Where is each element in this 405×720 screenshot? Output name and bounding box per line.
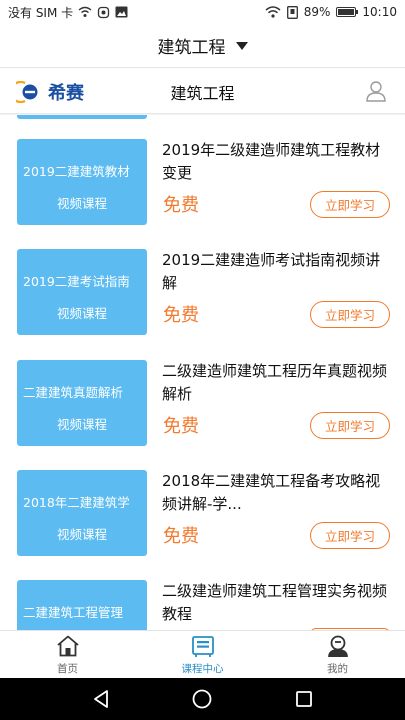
home-icon bbox=[56, 635, 79, 657]
course-item[interactable]: 2019二建考试指南 视频课程 2019二建建造师考试指南视频讲解 免费 立即学… bbox=[0, 249, 405, 360]
image-icon bbox=[115, 6, 128, 18]
course-title[interactable]: 2019二建建造师考试指南视频讲解 bbox=[162, 249, 391, 295]
page-title: 建筑工程 bbox=[170, 84, 235, 103]
course-center-icon bbox=[191, 636, 214, 657]
tab-label: 课程中心 bbox=[181, 663, 224, 675]
course-item[interactable]: 2018年二建建筑学 视频课程 2018年二建建筑工程备考攻略视频讲解-学...… bbox=[0, 470, 405, 581]
course-list[interactable]: 2019二建建筑教材 视频课程 2019年二级建造师建筑工程教材变更 免费 立即… bbox=[0, 115, 405, 630]
category-title: 建筑工程 bbox=[157, 38, 226, 58]
course-price: 免费 bbox=[163, 416, 199, 437]
app-header: 希赛 建筑工程 bbox=[0, 68, 405, 114]
battery-icon bbox=[336, 7, 359, 17]
thumbnail-title: 二建建筑工程管理 bbox=[23, 605, 124, 620]
clock: 10:10 bbox=[362, 5, 397, 19]
course-thumbnail[interactable]: 2019二建建筑教材 视频课程 bbox=[17, 139, 147, 225]
course-title[interactable]: 2019年二级建造师建筑工程教材变更 bbox=[162, 139, 391, 185]
thumbnail-subtitle: 视频课程 bbox=[56, 196, 107, 211]
study-now-button[interactable]: 立即学习 bbox=[310, 412, 390, 439]
course-thumbnail[interactable]: 二建建筑工程管理 bbox=[17, 580, 147, 630]
study-now-button[interactable]: 立即学习 bbox=[310, 191, 390, 218]
bottom-tab-bar: 首页 课程中心 我的 bbox=[0, 630, 405, 678]
study-now-button[interactable]: 立即学习 bbox=[310, 301, 390, 328]
battery-level bbox=[338, 9, 355, 15]
tab-profile[interactable]: 我的 bbox=[270, 631, 405, 678]
course-price: 免费 bbox=[163, 195, 199, 216]
course-item[interactable]: 二建建筑真题解析 视频课程 二级建造师建筑工程历年真题视频解析 免费 立即学习 bbox=[0, 360, 405, 471]
course-title[interactable]: 2018年二建建筑工程备考攻略视频讲解-学... bbox=[162, 470, 391, 516]
status-bar: 没有 SIM 卡 89% 10:10 bbox=[0, 0, 405, 24]
home-circle-icon[interactable] bbox=[191, 688, 213, 710]
tab-course-center[interactable]: 课程中心 bbox=[135, 631, 270, 678]
tab-home[interactable]: 首页 bbox=[0, 631, 135, 678]
notification-icon bbox=[97, 6, 110, 18]
thumbnail-subtitle: 视频课程 bbox=[56, 306, 107, 321]
back-icon[interactable] bbox=[90, 688, 112, 710]
thumbnail-title: 2018年二建建筑学 bbox=[23, 495, 130, 510]
wifi-icon bbox=[265, 6, 281, 18]
partial-course-thumbnail bbox=[17, 115, 147, 119]
thumbnail-subtitle: 视频课程 bbox=[56, 417, 107, 432]
profile-icon bbox=[327, 635, 348, 658]
carrier-text: 没有 SIM 卡 bbox=[8, 5, 74, 20]
thumbnail-subtitle: 视频课程 bbox=[56, 527, 107, 542]
recent-apps-icon[interactable] bbox=[293, 688, 315, 710]
course-thumbnail[interactable]: 2018年二建建筑学 视频课程 bbox=[17, 470, 147, 556]
tab-label: 我的 bbox=[327, 663, 348, 675]
course-title[interactable]: 二级建造师建筑工程历年真题视频解析 bbox=[162, 360, 391, 406]
course-price: 免费 bbox=[163, 305, 199, 326]
course-thumbnail[interactable]: 2019二建考试指南 视频课程 bbox=[17, 249, 147, 335]
course-item[interactable]: 2019二建建筑教材 视频课程 2019年二级建造师建筑工程教材变更 免费 立即… bbox=[0, 139, 405, 250]
course-title[interactable]: 二级建造师建筑工程管理实务视频教程 bbox=[162, 580, 391, 626]
sim-status-icon bbox=[286, 5, 298, 19]
category-selector[interactable]: 建筑工程 bbox=[0, 24, 405, 68]
wifi-hotspot-icon bbox=[78, 6, 92, 17]
thumbnail-title: 二建建筑真题解析 bbox=[23, 385, 124, 400]
thumbnail-title: 2019二建建筑教材 bbox=[23, 164, 130, 179]
course-price: 免费 bbox=[163, 526, 199, 547]
user-icon[interactable] bbox=[365, 80, 387, 102]
system-nav-bar bbox=[0, 678, 405, 720]
study-now-button[interactable]: 立即学习 bbox=[310, 522, 390, 549]
tab-label: 首页 bbox=[57, 663, 78, 675]
course-thumbnail[interactable]: 二建建筑真题解析 视频课程 bbox=[17, 360, 147, 446]
course-item[interactable]: 二建建筑工程管理 二级建造师建筑工程管理实务视频教程 bbox=[0, 580, 405, 630]
caret-down-icon bbox=[235, 41, 248, 50]
battery-percent: 89% bbox=[303, 5, 331, 19]
thumbnail-title: 2019二建考试指南 bbox=[23, 274, 130, 289]
